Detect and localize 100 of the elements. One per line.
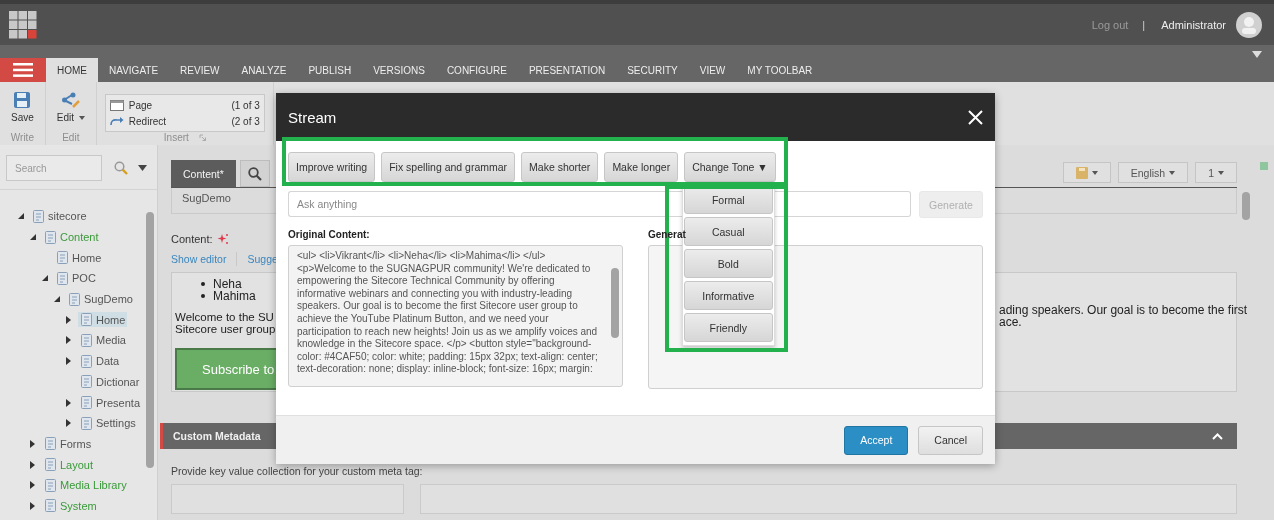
expanded-arrow-icon[interactable]: [30, 234, 36, 241]
collapsed-arrow-icon[interactable]: [66, 398, 71, 407]
ribbon-tab[interactable]: HOME: [46, 58, 98, 82]
status-marker: [1260, 162, 1268, 170]
ribbon-tab[interactable]: ANALYZE: [230, 58, 298, 82]
separator-text: |: [1142, 18, 1146, 31]
search-icon: [247, 166, 262, 181]
action-button[interactable]: Change Tone ▼: [684, 152, 776, 182]
scrollbar-thumb[interactable]: [611, 268, 619, 338]
caret-icon: [1169, 170, 1176, 175]
action-button[interactable]: Make longer: [604, 152, 679, 182]
group-label: Insert: [163, 132, 189, 143]
collapsed-arrow-icon[interactable]: [30, 439, 35, 448]
tree-item[interactable]: POC: [54, 270, 98, 286]
page-icon: [44, 478, 57, 492]
search-field[interactable]: Search: [6, 155, 102, 181]
ribbon-tab[interactable]: PRESENTATION: [517, 58, 617, 82]
tree-item[interactable]: Forms: [42, 436, 94, 452]
insert-option[interactable]: Redirect: [128, 115, 227, 127]
tree-item[interactable]: sitecore: [30, 208, 89, 224]
collapsed-arrow-icon[interactable]: [66, 315, 71, 324]
list-item: Mahima: [213, 290, 256, 302]
dialog-title: Stream: [288, 108, 337, 126]
action-button[interactable]: Make shorter: [521, 152, 599, 182]
column-label: Original Content:: [288, 229, 370, 240]
editor-tab[interactable]: Content*: [171, 160, 236, 187]
user-name: Administrator: [1161, 18, 1226, 31]
page-icon: [80, 416, 93, 430]
action-button[interactable]: Improve writing: [288, 152, 376, 182]
page-icon: [44, 499, 57, 513]
search-tab[interactable]: [239, 160, 270, 187]
group-label: Edit: [62, 132, 80, 143]
page-icon: [80, 333, 93, 347]
avatar-icon[interactable]: [1236, 11, 1262, 38]
edit-button[interactable]: Edit: [53, 92, 88, 123]
collapsed-arrow-icon[interactable]: [66, 419, 71, 428]
list-item: Neha: [213, 278, 242, 290]
tree-item[interactable]: Home: [54, 250, 104, 266]
page-icon: [68, 292, 81, 306]
tree-item[interactable]: Home: [78, 312, 128, 328]
ribbon-tab[interactable]: NAVIGATE: [98, 58, 170, 82]
sparkle-icon[interactable]: [216, 233, 229, 245]
original-content-box[interactable]: [288, 245, 623, 387]
collapsed-arrow-icon[interactable]: [66, 336, 71, 345]
collapsed-arrow-icon[interactable]: [30, 481, 35, 490]
tree-item[interactable]: Media: [78, 332, 128, 348]
ribbon-tab[interactable]: SECURITY: [616, 58, 689, 82]
page-icon: [109, 99, 124, 111]
tree-item[interactable]: Dictionar: [78, 374, 142, 390]
accept-button[interactable]: Accept: [844, 425, 909, 455]
ribbon-tab[interactable]: VIEW: [688, 58, 737, 82]
collapsed-arrow-icon[interactable]: [66, 357, 71, 366]
page-icon: [44, 230, 57, 244]
preview-text: ading speakers. Our goal is to become the first: [999, 305, 1248, 317]
page-icon: [44, 437, 57, 451]
tone-option[interactable]: Informative: [683, 281, 773, 310]
tree-item[interactable]: Presenta: [78, 395, 143, 411]
menu-icon: [13, 63, 33, 77]
language-dropdown[interactable]: English: [1117, 162, 1189, 183]
menu-button[interactable]: [0, 58, 46, 82]
tone-option[interactable]: Bold: [683, 249, 773, 278]
insert-count: (1 of 3: [231, 99, 260, 111]
group-label: Write: [10, 132, 34, 143]
caret-icon[interactable]: [138, 165, 147, 171]
page-icon: [80, 396, 93, 410]
expanded-arrow-icon[interactable]: [54, 296, 60, 303]
ribbon-tab[interactable]: CONFIGURE: [435, 58, 518, 82]
tree-item[interactable]: Data: [78, 353, 122, 369]
tree-item[interactable]: Settings: [78, 415, 138, 431]
expanded-arrow-icon[interactable]: [42, 275, 48, 282]
ribbon-tab[interactable]: MY TOOLBAR: [736, 58, 824, 82]
caret-icon: [1218, 170, 1224, 175]
page-icon: [32, 209, 45, 223]
bullet-icon: [201, 294, 205, 298]
tone-option[interactable]: Friendly: [683, 313, 773, 342]
ribbon-tab[interactable]: VERSIONS: [362, 58, 436, 82]
tree-item[interactable]: SugDemo: [66, 291, 135, 307]
page-icon: [56, 251, 69, 265]
close-icon[interactable]: [968, 109, 983, 125]
collapsed-arrow-icon[interactable]: [30, 501, 35, 510]
share-pencil-icon: [61, 92, 80, 108]
redirect-arrow-icon: [109, 115, 124, 127]
collapsed-arrow-icon[interactable]: [30, 460, 35, 469]
page-icon: [56, 271, 69, 285]
ribbon-tab[interactable]: PUBLISH: [297, 58, 363, 82]
expanded-arrow-icon[interactable]: [18, 213, 24, 220]
preview-text: Sitecore user group: [175, 323, 277, 335]
cancel-button[interactable]: Cancel: [918, 425, 983, 455]
collapse-caret-icon[interactable]: [1252, 51, 1262, 58]
save-button[interactable]: Save: [8, 92, 37, 123]
version-dropdown[interactable]: 1: [1195, 162, 1237, 183]
field-label: Content:: [171, 233, 213, 245]
insert-option[interactable]: Page: [128, 99, 227, 111]
preview-text: ace.: [999, 316, 1022, 328]
action-button[interactable]: Fix spelling and grammar: [381, 152, 516, 182]
page-icon: [80, 313, 93, 327]
original-content-text: <ul> <li>Vikrant</li> <li>Neha</li> <li>Mahima</li> </ul> <p>Welcome to the SUGNAGPUR community! We're dedicated to empowering the Sitecore Technical Community by offering informative webinars and connecting you with industry-leading speakers. Our goal is to become the first Sitecore user group to achieve the YouTube Platinum Button, and we need your participation to reach new heights! Join us as we amplify voices and knowledge in the Sitecore space. </p> <button style="background-color: #4CAF50; color: white; padding: 15px 32px; text-align: center; text-decoration: none; display: inline-block; font-size: 16px; margin:: [297, 250, 599, 377]
ribbon-tab[interactable]: REVIEW: [169, 58, 231, 82]
app-grid-icon[interactable]: [9, 10, 37, 39]
chevron-up-icon[interactable]: [1212, 432, 1223, 440]
